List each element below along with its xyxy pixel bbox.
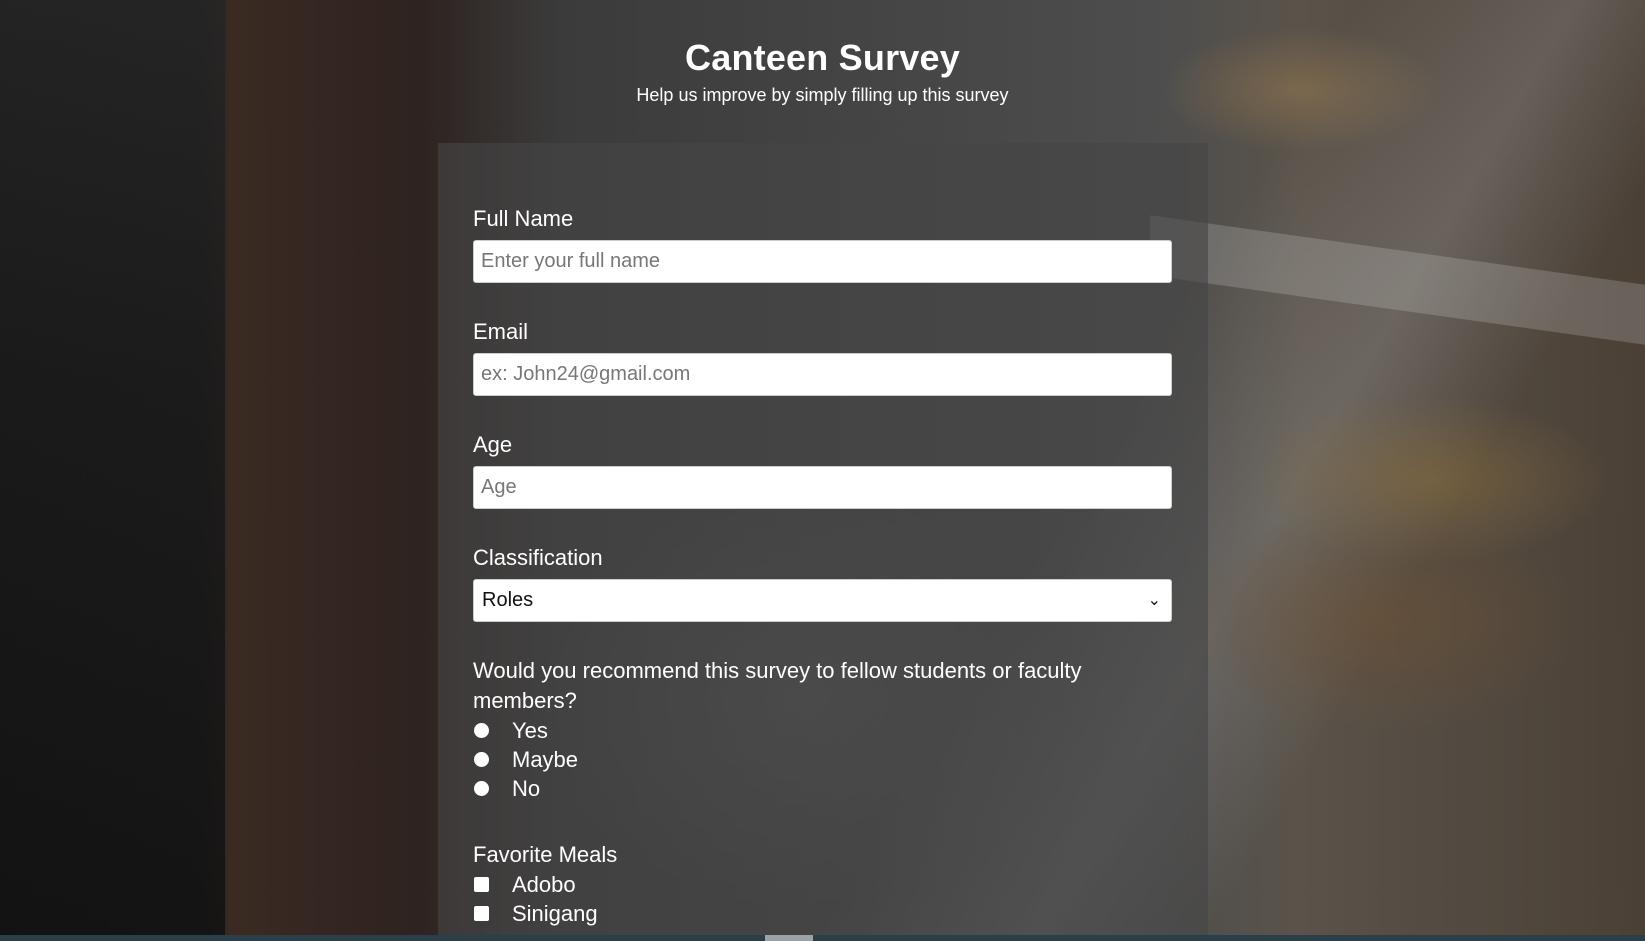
- recommend-question: Would you recommend this survey to fello…: [473, 658, 1082, 713]
- checkbox[interactable]: [474, 877, 489, 892]
- background-shadow: [0, 0, 225, 941]
- recommend-option-maybe[interactable]: Maybe: [473, 745, 1172, 774]
- scrollbar-thumb[interactable]: [765, 935, 813, 941]
- option-label: No: [512, 776, 541, 801]
- meal-option-sinigang[interactable]: Sinigang: [473, 899, 1172, 928]
- radio-button[interactable]: [474, 752, 489, 767]
- option-label: Yes: [512, 718, 548, 743]
- chevron-down-icon: ⌄: [1147, 592, 1161, 609]
- full-name-label: Full Name: [473, 206, 574, 231]
- recommend-option-no[interactable]: No: [473, 774, 1172, 803]
- radio-button[interactable]: [474, 781, 489, 796]
- radio-button[interactable]: [474, 723, 489, 738]
- full-name-input[interactable]: [473, 240, 1172, 283]
- survey-form: Full Name Email Age Classification Roles…: [438, 143, 1208, 941]
- recommend-group: Would you recommend this survey to fello…: [473, 656, 1172, 803]
- page-header: Canteen Survey Help us improve by simply…: [0, 36, 1645, 106]
- page-subtitle: Help us improve by simply filling up thi…: [636, 85, 1009, 105]
- favorite-meals-group: Favorite Meals Adobo Sinigang: [473, 840, 1172, 928]
- option-label: Sinigang: [512, 901, 598, 926]
- favorite-meals-label: Favorite Meals: [473, 842, 618, 867]
- classification-group: Classification Roles ⌄: [473, 545, 1172, 622]
- classification-label: Classification: [473, 545, 603, 570]
- option-label: Maybe: [512, 747, 579, 772]
- age-label: Age: [473, 432, 513, 457]
- email-group: Email: [473, 319, 1172, 396]
- meal-option-adobo[interactable]: Adobo: [473, 870, 1172, 899]
- classification-selected-value: Roles: [482, 589, 534, 611]
- page-title: Canteen Survey: [685, 37, 960, 78]
- recommend-option-yes[interactable]: Yes: [473, 716, 1172, 745]
- option-label: Adobo: [512, 872, 576, 897]
- horizontal-scrollbar[interactable]: [0, 935, 1645, 941]
- email-label: Email: [473, 319, 529, 344]
- checkbox[interactable]: [474, 906, 489, 921]
- full-name-group: Full Name: [473, 206, 1172, 283]
- classification-select[interactable]: Roles ⌄: [473, 579, 1172, 622]
- age-input[interactable]: [473, 466, 1172, 509]
- age-group: Age: [473, 432, 1172, 509]
- email-input[interactable]: [473, 353, 1172, 396]
